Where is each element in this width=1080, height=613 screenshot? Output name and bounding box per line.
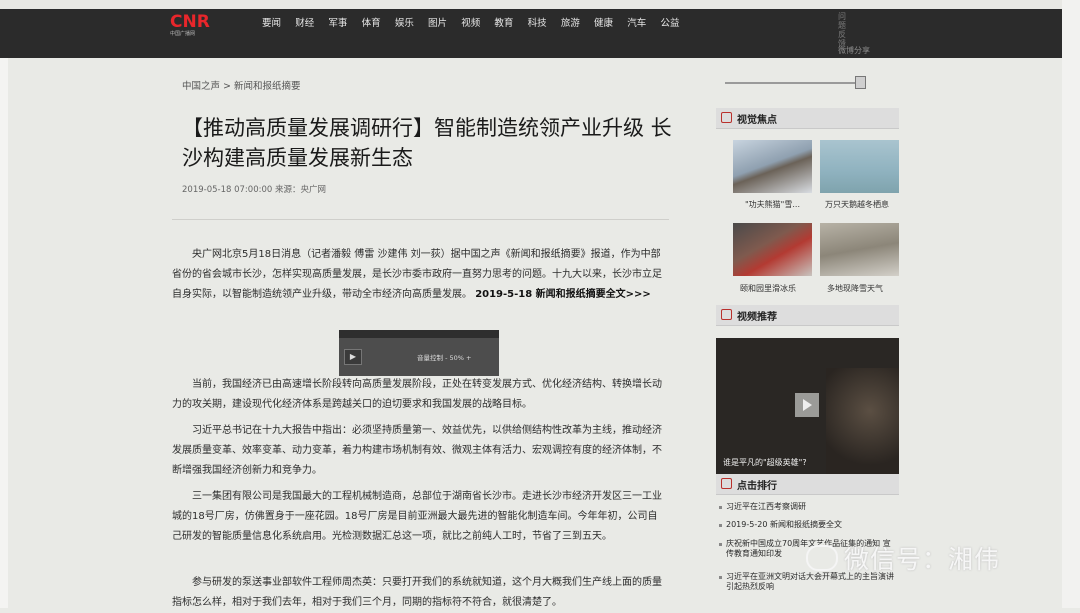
article-title: 【推动高质量发展调研行】智能制造统领产业升级 长沙构建高质量发展新生态 xyxy=(182,116,672,170)
nav-item-pictures[interactable]: 图片 xyxy=(428,15,447,29)
thumbnail-caption-2[interactable]: 万只天鹅越冬栖息 xyxy=(825,199,889,210)
ranking-item-2[interactable]: 2019-5-20 新闻和报纸摘要全文 xyxy=(719,520,896,530)
nav-item-military[interactable]: 军事 xyxy=(328,15,347,29)
thumbnail-caption-1[interactable]: "功夫熊猫"雪... xyxy=(745,199,800,210)
video-rec-title: 视频推荐 xyxy=(737,312,777,323)
audio-player: ▶ 音量控制 - 50% + xyxy=(339,330,499,376)
ranking-title: 点击排行 xyxy=(737,481,777,492)
font-size-slider[interactable] xyxy=(725,76,866,89)
ranking-item-2-text: 2019-5-20 新闻和报纸摘要全文 xyxy=(726,520,842,529)
slider-knob[interactable] xyxy=(855,76,866,89)
nav-item-tech[interactable]: 科技 xyxy=(528,15,547,29)
volume-label: 音量控制 xyxy=(417,354,443,362)
video-player[interactable]: 谁是平凡的"超级英雄"? xyxy=(716,338,899,475)
right-margin xyxy=(1062,0,1080,608)
left-margin xyxy=(0,58,8,608)
video-caption[interactable]: 谁是平凡的"超级英雄"? xyxy=(723,457,807,468)
play-button[interactable]: ▶ xyxy=(344,349,362,365)
camera-icon xyxy=(721,112,732,123)
thumbnail-caption-3[interactable]: 颐和园里滑冰乐 xyxy=(740,283,796,294)
top-navbar: CNR 中国广播网 要闻 财经 军事 体育 娱乐 图片 视频 教育 科技 旅游 … xyxy=(0,0,1080,58)
breadcrumb[interactable]: 中国之声 > 新闻和报纸摘要 xyxy=(182,78,301,92)
thumbnail-panda-snow[interactable] xyxy=(733,140,812,193)
logo-text: CNR xyxy=(170,12,210,32)
ranking-header: 点击排行 xyxy=(716,474,899,495)
nav-item-finance[interactable]: 财经 xyxy=(295,15,314,29)
thumbnail-skating[interactable] xyxy=(733,223,812,276)
browser-strip xyxy=(0,0,1080,9)
nav-item-news[interactable]: 要闻 xyxy=(262,15,281,29)
video-icon xyxy=(721,309,732,320)
volume-value: 50% xyxy=(449,354,464,362)
visual-focus-title: 视觉焦点 xyxy=(737,115,777,126)
player-progress-bar[interactable] xyxy=(339,330,499,338)
nav-item-charity[interactable]: 公益 xyxy=(660,15,679,29)
article-paragraph-4: 三一集团有限公司是我国最大的工程机械制造商，总部位于湖南省长沙市。走进长沙市经济… xyxy=(172,491,662,542)
nav-item-video[interactable]: 视频 xyxy=(461,15,480,29)
nav-item-auto[interactable]: 汽车 xyxy=(627,15,646,29)
cnr-logo[interactable]: CNR 中国广播网 xyxy=(170,13,222,37)
article-paragraph-3: 习近平总书记在十九大报告中指出：必须坚持质量第一、效益优先，以供给侧结构性改革为… xyxy=(172,425,662,476)
ranking-item-1-text: 习近平在江西考察调研 xyxy=(726,502,806,511)
share-link[interactable]: 微博分享 xyxy=(838,45,870,56)
wechat-watermark: 微信号：湘伟 xyxy=(806,538,1000,578)
bullet xyxy=(719,576,722,579)
nav-item-travel[interactable]: 旅游 xyxy=(561,15,580,29)
article-paragraph-5: 参与研发的泵送事业部软件工程师周杰英：只要打开我们的系统就知道，这个月大概我们生… xyxy=(172,577,662,608)
volume-control[interactable]: 音量控制 - 50% + xyxy=(417,352,471,362)
video-play-button[interactable] xyxy=(795,393,819,417)
wechat-icon xyxy=(806,545,838,571)
visual-focus-header: 视觉焦点 xyxy=(716,108,899,129)
article-paragraph-2: 当前，我国经济已由高速增长阶段转向高质量发展阶段，正处在转变发展方式、优化经济结… xyxy=(172,379,662,410)
bullet xyxy=(719,543,722,546)
thumbnail-caption-4[interactable]: 多地现降雪天气 xyxy=(827,283,883,294)
feedback-link[interactable]: 问题反馈 xyxy=(838,12,848,48)
nav-item-health[interactable]: 健康 xyxy=(594,15,613,29)
nav-item-entertainment[interactable]: 娱乐 xyxy=(395,15,414,29)
watermark-text: 微信号：湘伟 xyxy=(844,545,1001,574)
article-meta: 2019-05-18 07:00:00 来源：央广网 xyxy=(182,185,326,195)
thumbnail-snow-weather[interactable] xyxy=(820,223,899,276)
nav-item-sports[interactable]: 体育 xyxy=(362,15,381,29)
thumbnail-swans[interactable] xyxy=(820,140,899,193)
title-divider xyxy=(172,219,669,220)
page-tools: 问题反馈 微博分享 xyxy=(836,10,896,56)
play-icon: ▶ xyxy=(349,352,357,361)
video-rec-header: 视频推荐 xyxy=(716,305,899,326)
full-text-link[interactable]: 2019-5-18 新闻和报纸摘要全文>>> xyxy=(475,289,651,300)
article-paragraph-1: 央广网北京5月18日消息（记者潘毅 傅雷 沙建伟 刘一荻）据中国之声《新闻和报纸… xyxy=(172,245,664,305)
ranking-item-1[interactable]: 习近平在江西考察调研 xyxy=(719,502,896,512)
ranking-icon xyxy=(721,478,732,489)
bullet xyxy=(719,524,722,527)
video-frame-figure xyxy=(826,368,899,475)
main-nav: 要闻 财经 军事 体育 娱乐 图片 视频 教育 科技 旅游 健康 汽车 公益 xyxy=(262,15,694,29)
bullet xyxy=(719,506,722,509)
nav-item-education[interactable]: 教育 xyxy=(494,15,513,29)
